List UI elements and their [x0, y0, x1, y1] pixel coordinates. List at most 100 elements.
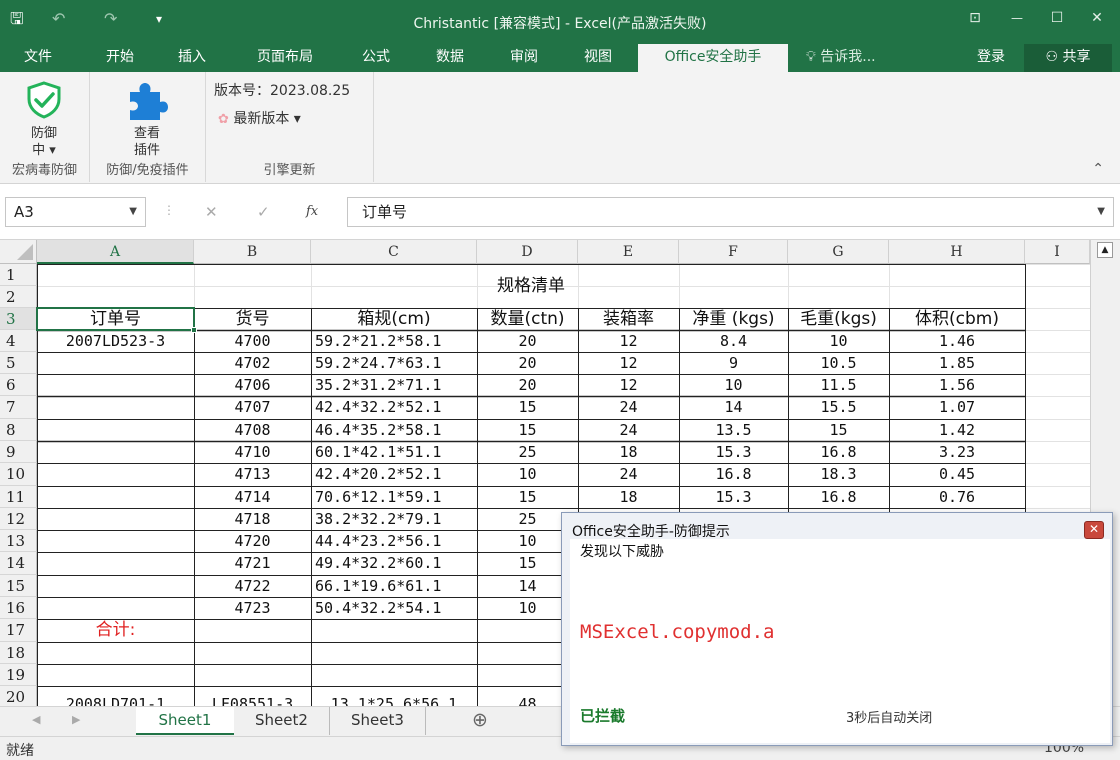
insert-function-icon[interactable]: fx — [306, 204, 318, 219]
header-cell[interactable]: 毛重(kgs) — [788, 308, 889, 330]
tab-view[interactable]: 视图 — [570, 44, 626, 72]
sheet-title-cell[interactable]: 规格清单 — [37, 264, 1025, 308]
table-cell[interactable]: 25 — [477, 441, 578, 463]
table-cell[interactable]: 15.5 — [788, 396, 889, 419]
table-cell[interactable]: 2008LD701-1 — [37, 686, 194, 706]
table-cell[interactable]: 18 — [578, 486, 679, 508]
table-cell[interactable]: 4718 — [194, 508, 311, 530]
table-cell[interactable]: 16.8 — [679, 463, 788, 486]
login-button[interactable]: 登录 — [966, 44, 1016, 72]
dialog-close-button[interactable]: ✕ — [1084, 521, 1104, 539]
table-cell[interactable]: 15.3 — [679, 441, 788, 463]
tab-formulas[interactable]: 公式 — [348, 44, 404, 72]
table-cell[interactable]: 18.3 — [788, 463, 889, 486]
table-cell[interactable]: 4708 — [194, 419, 311, 441]
total-label-cell[interactable]: 合计: — [37, 619, 194, 642]
latest-version-button[interactable]: ✿ 最新版本 ▾ — [218, 108, 301, 128]
table-cell[interactable]: 4714 — [194, 486, 311, 508]
table-cell[interactable]: 1.42 — [889, 419, 1025, 441]
table-cell[interactable]: 15.3 — [679, 486, 788, 508]
table-cell[interactable]: 38.2*32.2*79.1 — [311, 508, 477, 530]
header-cell[interactable]: 装箱率 — [578, 308, 679, 330]
table-cell[interactable]: 59.2*21.2*58.1 — [311, 330, 477, 352]
table-cell[interactable]: 13.1*25.6*56.1 — [311, 686, 477, 706]
scroll-up-icon[interactable]: ▲ — [1097, 242, 1113, 258]
table-cell[interactable]: 1.85 — [889, 352, 1025, 374]
table-cell[interactable]: 4721 — [194, 552, 311, 575]
table-cell[interactable]: 4713 — [194, 463, 311, 486]
table-cell[interactable]: 10 — [788, 330, 889, 352]
close-button[interactable]: ✕ — [1082, 8, 1112, 28]
table-cell[interactable]: 4710 — [194, 441, 311, 463]
table-cell[interactable]: 15 — [788, 419, 889, 441]
table-cell[interactable]: 2007LD523-3 — [37, 330, 194, 352]
scroll-tabs-left-icon[interactable]: ◀ — [32, 713, 40, 726]
table-cell[interactable]: 59.2*24.7*63.1 — [311, 352, 477, 374]
ribbon-display-options-icon[interactable]: ⊡ — [960, 8, 990, 28]
table-cell[interactable]: 3.23 — [889, 441, 1025, 463]
header-cell[interactable]: 箱规(cm) — [311, 308, 477, 330]
collapse-ribbon-icon[interactable]: ⌃ — [1092, 161, 1104, 177]
table-cell[interactable]: 13.5 — [679, 419, 788, 441]
table-cell[interactable]: 4722 — [194, 575, 311, 597]
formula-input[interactable]: 订单号 ▼ — [347, 197, 1114, 227]
table-cell[interactable]: 12 — [578, 330, 679, 352]
name-box[interactable]: A3 ▼ — [5, 197, 146, 227]
table-cell[interactable]: 4720 — [194, 530, 311, 552]
table-cell[interactable]: 15 — [477, 486, 578, 508]
table-cell[interactable]: 24 — [578, 463, 679, 486]
table-cell[interactable]: 12 — [578, 352, 679, 374]
tab-review[interactable]: 审阅 — [496, 44, 552, 72]
table-cell[interactable]: 18 — [578, 441, 679, 463]
table-cell[interactable]: 0.76 — [889, 486, 1025, 508]
table-cell[interactable]: 12 — [578, 374, 679, 396]
tell-me-box[interactable]: 💡︎ 告诉我... — [806, 44, 906, 72]
table-cell[interactable]: 46.4*35.2*58.1 — [311, 419, 477, 441]
table-cell[interactable]: 16.8 — [788, 441, 889, 463]
table-cell[interactable]: 1.46 — [889, 330, 1025, 352]
table-cell[interactable]: 9 — [679, 352, 788, 374]
table-cell[interactable]: 20 — [477, 374, 578, 396]
table-cell[interactable]: 35.2*31.2*71.1 — [311, 374, 477, 396]
header-cell[interactable]: 货号 — [194, 308, 311, 330]
scroll-tabs-right-icon[interactable]: ▶ — [72, 713, 80, 726]
header-cell[interactable]: 体积(cbm) — [889, 308, 1025, 330]
table-cell[interactable]: 15 — [477, 419, 578, 441]
table-cell[interactable]: 4702 — [194, 352, 311, 374]
table-cell[interactable]: 42.4*20.2*52.1 — [311, 463, 477, 486]
table-cell[interactable]: 70.6*12.1*59.1 — [311, 486, 477, 508]
table-cell[interactable]: 4706 — [194, 374, 311, 396]
table-cell[interactable]: 24 — [578, 419, 679, 441]
header-cell[interactable]: 净重 (kgs) — [679, 308, 788, 330]
table-cell[interactable]: 14 — [679, 396, 788, 419]
table-cell[interactable]: 24 — [578, 396, 679, 419]
minimize-button[interactable]: — — [1002, 8, 1032, 28]
table-cell[interactable]: 42.4*32.2*52.1 — [311, 396, 477, 419]
table-cell[interactable]: 4723 — [194, 597, 311, 619]
confirm-edit-icon[interactable]: ✓ — [257, 203, 270, 221]
maximize-button[interactable]: ☐ — [1042, 8, 1072, 28]
cancel-edit-icon[interactable]: ✕ — [205, 203, 218, 221]
header-cell[interactable]: 数量(ctn) — [477, 308, 578, 330]
tab-page-layout[interactable]: 页面布局 — [240, 44, 330, 72]
tab-home[interactable]: 开始 — [92, 44, 148, 72]
table-cell[interactable]: 50.4*32.2*54.1 — [311, 597, 477, 619]
expand-formula-icon[interactable]: ▼ — [1097, 198, 1105, 226]
table-cell[interactable]: 66.1*19.6*61.1 — [311, 575, 477, 597]
chevron-down-icon[interactable]: ▼ — [129, 198, 137, 226]
table-cell[interactable]: 11.5 — [788, 374, 889, 396]
tab-data[interactable]: 数据 — [422, 44, 478, 72]
table-cell[interactable]: 4707 — [194, 396, 311, 419]
table-cell[interactable]: LF08551-3 — [194, 686, 311, 706]
table-cell[interactable]: 0.45 — [889, 463, 1025, 486]
table-cell[interactable]: 10 — [679, 374, 788, 396]
add-sheet-icon[interactable]: ⊕ — [472, 709, 488, 731]
sheet-tab-sheet2[interactable]: Sheet2 — [234, 707, 330, 735]
sheet-tab-sheet3[interactable]: Sheet3 — [330, 707, 426, 735]
tab-file[interactable]: 文件 — [8, 44, 68, 72]
table-cell[interactable]: 16.8 — [788, 486, 889, 508]
table-cell[interactable]: 60.1*42.1*51.1 — [311, 441, 477, 463]
sheet-tab-sheet1[interactable]: Sheet1 — [136, 707, 234, 735]
view-plugins-button[interactable]: 查看 插件 — [114, 78, 180, 158]
tab-insert[interactable]: 插入 — [164, 44, 220, 72]
